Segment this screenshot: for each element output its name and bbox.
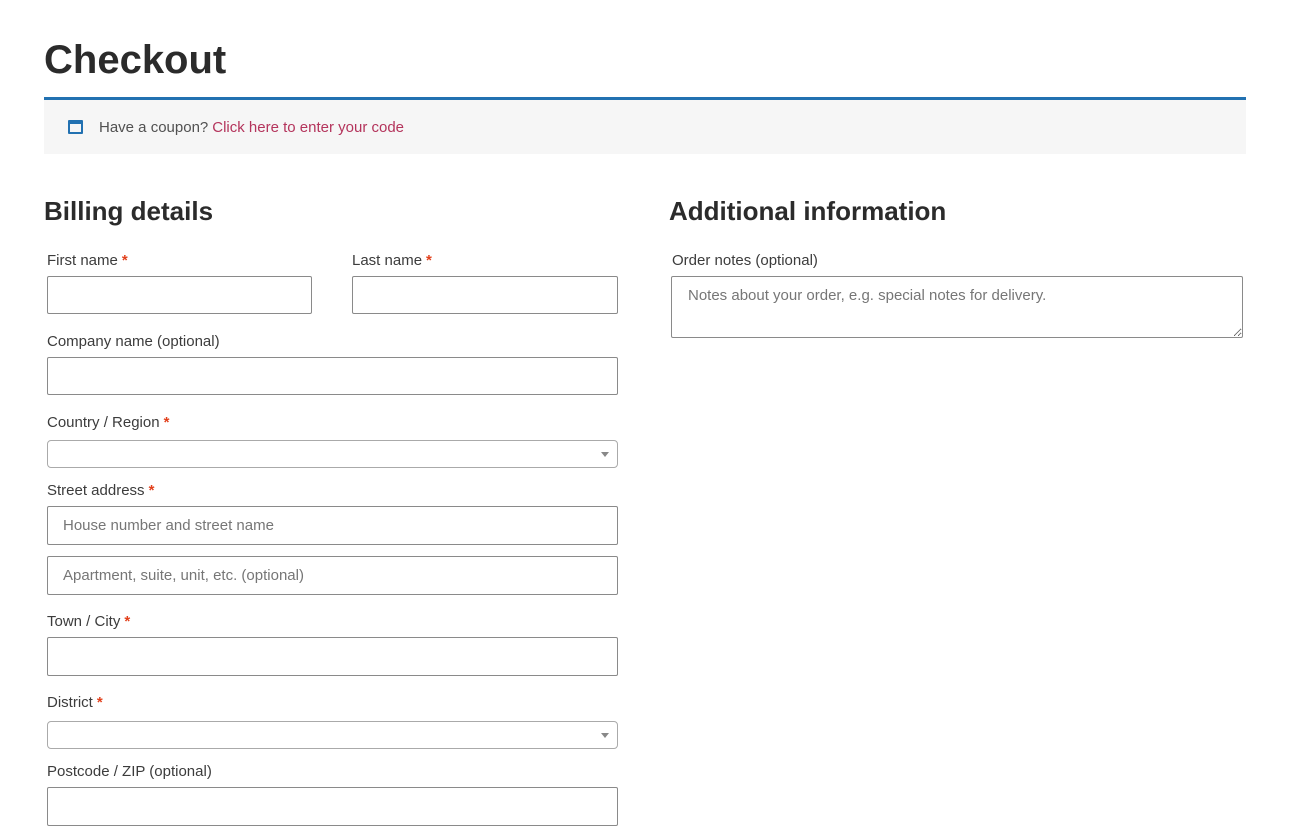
- postcode-input[interactable]: [47, 787, 618, 826]
- required-marker: *: [124, 613, 131, 630]
- order-notes-label: Order notes (optional): [672, 252, 818, 269]
- last-name-input[interactable]: [352, 276, 618, 314]
- company-input[interactable]: [47, 357, 618, 395]
- city-label: Town / City *: [47, 613, 131, 630]
- last-name-label: Last name *: [352, 252, 432, 269]
- required-marker: *: [121, 252, 128, 269]
- chevron-down-icon: [601, 733, 609, 738]
- checkout-page: Checkout Have a coupon? Click here to en…: [0, 0, 1290, 837]
- postcode-label: Postcode / ZIP (optional): [47, 763, 212, 780]
- billing-heading: Billing details: [44, 196, 214, 226]
- street-address-label: Street address *: [47, 482, 155, 499]
- coupon-text: Have a coupon?: [99, 118, 209, 136]
- company-label: Company name (optional): [47, 333, 220, 350]
- first-name-label: First name *: [47, 252, 128, 269]
- district-label: District *: [47, 694, 103, 711]
- district-select[interactable]: [47, 721, 618, 749]
- required-marker: *: [96, 694, 103, 711]
- page-title: Checkout: [44, 38, 227, 82]
- country-select[interactable]: [47, 440, 618, 468]
- street-address-line2-input[interactable]: [47, 556, 618, 595]
- chevron-down-icon: [601, 452, 609, 457]
- street-address-line1-input[interactable]: [47, 506, 618, 545]
- additional-info-heading: Additional information: [669, 196, 947, 226]
- coupon-notice: Have a coupon? Click here to enter your …: [44, 97, 1246, 154]
- country-label: Country / Region *: [47, 414, 170, 431]
- first-name-input[interactable]: [47, 276, 312, 314]
- coupon-link[interactable]: Click here to enter your code: [212, 119, 404, 136]
- required-marker: *: [163, 414, 170, 431]
- city-input[interactable]: [47, 637, 618, 676]
- required-marker: *: [148, 482, 155, 499]
- order-notes-textarea[interactable]: [671, 276, 1243, 338]
- window-icon: [68, 120, 83, 134]
- required-marker: *: [426, 252, 432, 269]
